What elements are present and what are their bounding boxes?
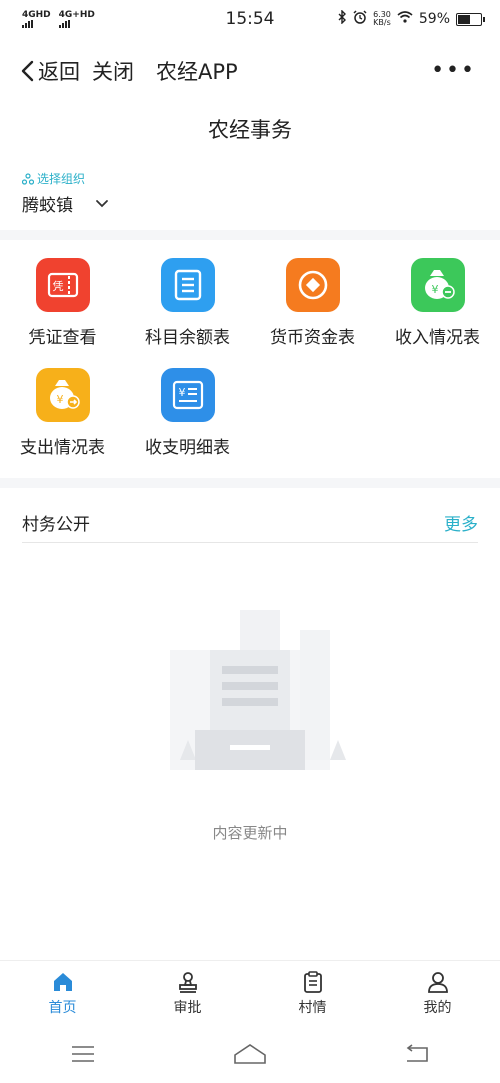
org-caption-label: 选择组织 — [37, 172, 86, 186]
battery-percent: 59% — [418, 11, 450, 27]
income-glyph: ¥ — [431, 283, 438, 296]
menu-button[interactable] — [53, 1034, 113, 1074]
signal-1-label: 4GHD — [22, 9, 51, 20]
app-title: 农经APP — [156, 60, 238, 84]
func-expense[interactable]: ¥ 支出情况表 — [0, 368, 125, 468]
home-icon — [53, 973, 72, 991]
speed-unit: KB/s — [373, 18, 391, 27]
func-label: 收入情况表 — [395, 328, 480, 348]
close-button[interactable]: 关闭 — [92, 56, 134, 86]
chevron-down-icon — [96, 200, 108, 208]
func-label: 凭证查看 — [28, 328, 97, 348]
list-icon — [160, 258, 215, 312]
func-monetary-funds[interactable]: 货币资金表 — [250, 258, 375, 358]
func-voucher[interactable]: 凭 凭证查看 — [0, 258, 125, 358]
nav-bar: 返回 关闭 农经APP ••• — [0, 48, 500, 94]
bottom-tab-bar: 首页 审批 村情 我的 — [0, 960, 500, 1024]
organization-icon — [22, 172, 34, 185]
income-bag-icon: ¥ — [410, 258, 465, 312]
expense-bag-icon: ¥ — [35, 368, 90, 422]
coin-icon — [285, 258, 340, 312]
chevron-left-icon — [21, 60, 34, 82]
back-button[interactable]: 返回 — [20, 56, 80, 86]
menu-icon — [72, 1045, 95, 1062]
wifi-icon — [397, 11, 413, 27]
func-income-expense-detail[interactable]: ¥ 收支明细表 — [125, 368, 250, 468]
tab-profile[interactable]: 我的 — [375, 961, 500, 1024]
org-caption: 选择组织 — [22, 170, 109, 187]
back-nav-button[interactable] — [387, 1034, 447, 1074]
page-title: 农经事务 — [208, 118, 292, 142]
signal-bars-icon — [22, 19, 33, 28]
empty-state-text: 内容更新中 — [212, 824, 288, 842]
stamp-icon — [178, 972, 197, 993]
more-link[interactable]: 更多 — [444, 510, 478, 535]
system-nav-bar — [0, 1024, 500, 1083]
detail-sheet-icon: ¥ — [160, 368, 215, 422]
more-menu-icon[interactable]: ••• — [431, 58, 476, 83]
home-outline-icon — [234, 1043, 266, 1064]
clipboard-icon — [303, 971, 322, 993]
voucher-icon: 凭 — [35, 258, 90, 312]
signal-bars-icon — [58, 19, 70, 28]
tab-approval[interactable]: 审批 — [125, 961, 250, 1024]
tab-label: 我的 — [423, 1000, 452, 1016]
village-affairs-header: 村务公开 更多 — [22, 503, 478, 543]
func-label: 货币资金表 — [270, 328, 355, 348]
org-value: 腾蛟镇 — [22, 196, 73, 216]
bluetooth-icon — [338, 9, 347, 28]
battery-icon — [456, 12, 485, 26]
status-bar: 4GHD 4G+HD 15:54 6.30 KB/s 59% — [0, 0, 500, 38]
section-divider — [0, 478, 500, 488]
detail-glyph: ¥ — [178, 386, 185, 399]
back-arrow-icon — [406, 1043, 428, 1062]
func-label: 支出情况表 — [20, 438, 105, 458]
village-affairs-title: 村务公开 — [22, 515, 90, 535]
voucher-glyph: 凭 — [52, 279, 63, 293]
signal-2: 4G+HD — [58, 9, 95, 28]
tab-home[interactable]: 首页 — [0, 961, 125, 1024]
func-account-balance[interactable]: 科目余额表 — [125, 258, 250, 358]
signal-2-label: 4G+HD — [58, 9, 95, 20]
tab-label: 审批 — [173, 1000, 202, 1016]
user-icon — [427, 972, 448, 993]
home-button[interactable] — [220, 1034, 280, 1074]
back-label: 返回 — [38, 60, 80, 84]
tab-label: 首页 — [48, 1000, 77, 1016]
expense-glyph: ¥ — [56, 393, 63, 406]
alarm-icon — [353, 10, 367, 28]
section-divider — [0, 230, 500, 240]
func-income[interactable]: ¥ 收入情况表 — [375, 258, 500, 358]
signal-1: 4GHD — [22, 9, 51, 28]
signal-indicators: 4GHD 4G+HD — [22, 9, 95, 28]
func-label: 收支明细表 — [145, 438, 230, 458]
tab-village-info[interactable]: 村情 — [250, 961, 375, 1024]
network-speed: 6.30 KB/s — [373, 11, 391, 27]
func-label: 科目余额表 — [145, 328, 230, 348]
tab-label: 村情 — [298, 1000, 327, 1016]
org-selector: 选择组织 腾蛟镇 — [22, 170, 109, 216]
status-right: 6.30 KB/s 59% — [338, 9, 485, 28]
org-dropdown[interactable]: 腾蛟镇 — [22, 191, 109, 216]
battery-fill — [458, 14, 471, 24]
empty-content-illustration — [170, 610, 346, 770]
